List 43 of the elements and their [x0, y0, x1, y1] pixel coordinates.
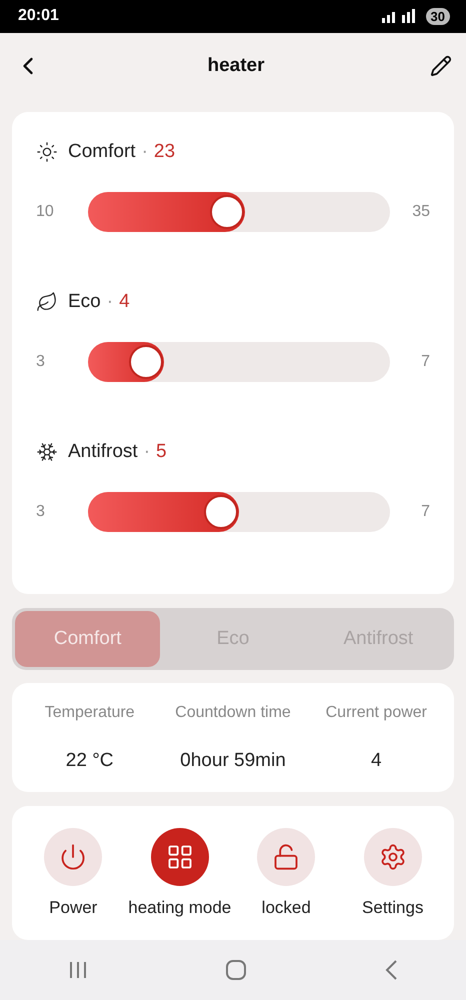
mode-value: 4 — [119, 291, 130, 314]
mode-label: Comfort — [68, 141, 136, 164]
slider-track[interactable] — [88, 192, 390, 232]
action-button[interactable]: locked — [233, 828, 340, 918]
stat-label: Temperature — [44, 704, 135, 722]
range-min: 10 — [36, 203, 55, 222]
stat-value: 0hour 59min — [180, 750, 286, 772]
range-max: 7 — [420, 503, 430, 522]
snowflake-icon — [36, 441, 58, 464]
status-time: 20:01 — [18, 7, 59, 26]
range-max: 35 — [411, 203, 430, 222]
back-nav-icon[interactable] — [384, 959, 398, 982]
stat-value: 4 — [371, 750, 382, 772]
action-button[interactable]: Settings — [340, 828, 446, 918]
mode-value: 23 — [154, 141, 176, 164]
stat-value: 22 °C — [66, 750, 114, 772]
leaf-icon — [36, 291, 58, 314]
mode-label: Antifrost — [68, 441, 138, 464]
action-button[interactable]: heating mode — [126, 828, 233, 918]
unlock-icon — [272, 843, 300, 872]
power-icon — [59, 843, 88, 872]
range-min: 3 — [36, 503, 46, 522]
separator-dot: · — [142, 141, 148, 164]
mode-label: Eco — [68, 291, 101, 314]
edit-icon — [430, 55, 452, 78]
settings-icon — [378, 843, 407, 872]
home-icon[interactable] — [224, 959, 247, 982]
mode-value: 5 — [156, 441, 167, 464]
separator-dot: · — [106, 291, 114, 314]
stat-label: Countdown time — [175, 704, 291, 722]
range-max: 7 — [420, 353, 430, 372]
range-min: 3 — [36, 353, 46, 372]
recent-apps-icon[interactable] — [68, 961, 88, 980]
slider-track[interactable] — [88, 342, 390, 382]
separator-dot: · — [144, 441, 150, 464]
slider-track[interactable] — [88, 492, 390, 532]
action-button[interactable]: Power — [20, 828, 126, 918]
sun-icon — [36, 141, 58, 164]
page-title: heater — [207, 55, 265, 78]
grid-icon — [166, 843, 194, 872]
battery-level: 30 — [426, 8, 450, 25]
edit-button[interactable] — [430, 55, 452, 78]
stat-label: Current power — [326, 704, 427, 722]
